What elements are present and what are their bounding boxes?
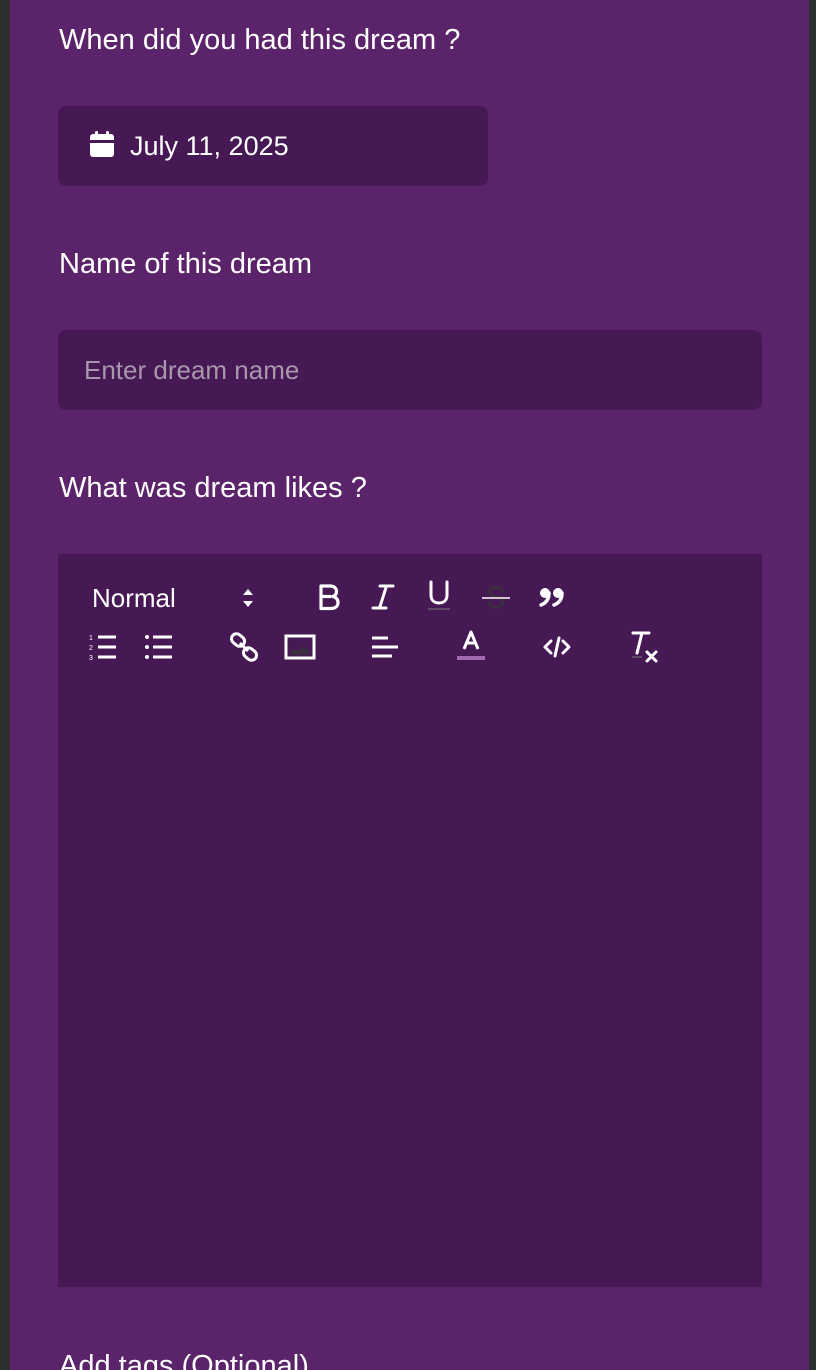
clear-format-button[interactable]: [626, 628, 662, 664]
link-button[interactable]: [226, 630, 262, 664]
svg-text:3: 3: [89, 655, 93, 661]
date-label: When did you had this dream ?: [59, 24, 461, 56]
code-block-button[interactable]: [540, 632, 574, 662]
date-picker[interactable]: July 11, 2025: [58, 106, 488, 186]
svg-text:1: 1: [89, 635, 93, 642]
text-color-icon: [456, 629, 486, 663]
dream-name-label: Name of this dream: [59, 248, 313, 280]
select-arrows-icon: [241, 586, 255, 617]
calendar-icon: [85, 129, 119, 163]
link-icon: [228, 631, 260, 663]
bullet-list-icon: [144, 633, 174, 661]
ordered-list-button[interactable]: 1 2 3: [86, 632, 120, 662]
align-button[interactable]: [368, 632, 402, 662]
editor-content-area[interactable]: [78, 674, 742, 1267]
bold-button[interactable]: [312, 580, 346, 614]
strikethrough-icon: [480, 582, 512, 612]
blockquote-button[interactable]: [535, 580, 569, 614]
underline-icon: [425, 579, 453, 613]
dream-description-label: What was dream likes ?: [59, 472, 367, 504]
dream-form-panel: When did you had this dream ? July 11, 2…: [10, 0, 809, 1370]
ordered-list-icon: 1 2 3: [88, 633, 118, 661]
tags-label: Add tags (Optional): [59, 1350, 309, 1370]
date-value: July 11, 2025: [130, 130, 289, 161]
text-color-button[interactable]: [454, 628, 488, 664]
image-button[interactable]: [282, 632, 318, 662]
dream-name-input[interactable]: [58, 330, 762, 410]
image-icon: [284, 634, 316, 660]
clear-format-icon: [628, 629, 660, 663]
italic-icon: [370, 582, 396, 612]
bold-icon: [316, 582, 342, 612]
bullet-list-button[interactable]: [142, 632, 176, 662]
strikethrough-button[interactable]: [478, 580, 514, 614]
svg-text:2: 2: [89, 645, 93, 652]
italic-button[interactable]: [366, 580, 400, 614]
align-left-icon: [370, 634, 400, 660]
header-format-select[interactable]: Normal: [92, 578, 253, 618]
blockquote-icon: [538, 584, 566, 610]
code-block-icon: [542, 635, 572, 659]
underline-button[interactable]: [422, 578, 456, 614]
header-format-value: Normal: [92, 582, 176, 613]
